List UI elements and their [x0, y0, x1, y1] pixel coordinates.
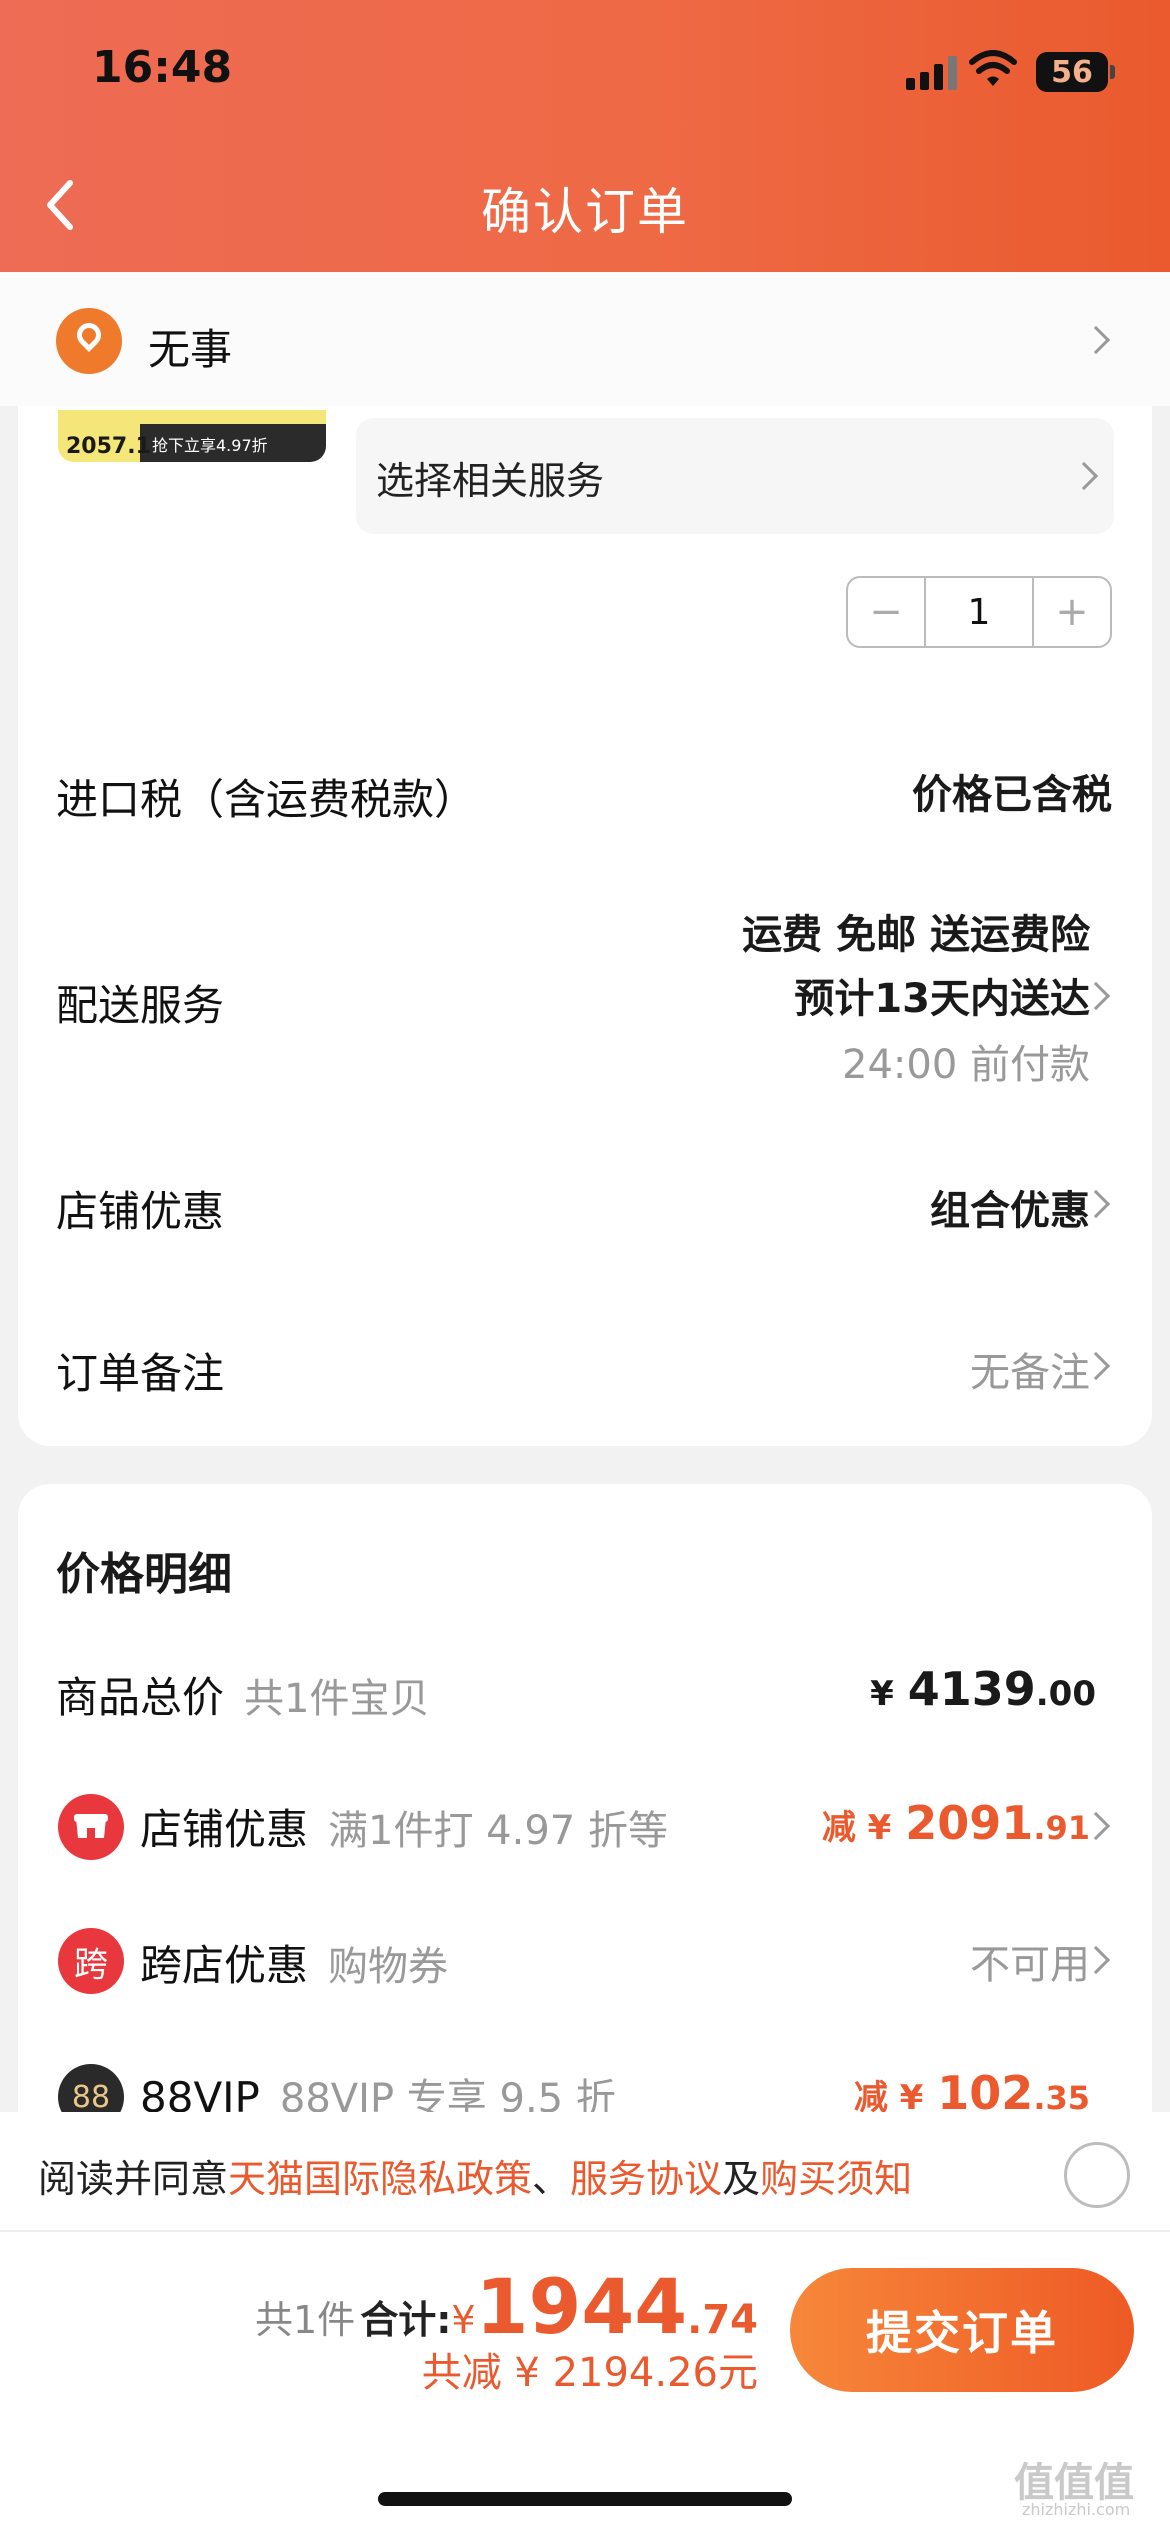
cross-shop-sub: 购物券: [328, 1944, 449, 1990]
address-name: 无事: [148, 325, 233, 374]
delivery-label: 配送服务: [56, 981, 225, 1030]
chevron-right-icon: [1081, 325, 1111, 355]
service-select-button[interactable]: 选择相关服务: [356, 418, 1114, 534]
shop-discount-detail-label: 店铺优惠: [140, 1805, 309, 1854]
order-note-label: 订单备注: [56, 1349, 225, 1398]
service-label: 选择相关服务: [376, 459, 605, 503]
delivery-eta[interactable]: 预计13天内送达: [794, 966, 1090, 1024]
shop-discount-amount[interactable]: 减 ¥ 2091.91: [822, 1796, 1090, 1850]
goods-total-price: ¥ 4139.00: [870, 1662, 1096, 1716]
product-image-price: 2057.1: [66, 434, 151, 459]
cross-shop-label: 跨店优惠: [140, 1941, 309, 1990]
shop-discount-badge-icon: [58, 1794, 124, 1860]
quantity-value[interactable]: 1: [924, 578, 1034, 646]
quantity-minus-button[interactable]: −: [848, 578, 924, 646]
tax-label: 进口税（含运费税款）: [56, 775, 477, 824]
total-price-dec: .74: [687, 2297, 758, 2343]
wifi-icon: [969, 50, 1017, 86]
status-time: 16:48: [92, 42, 233, 93]
agreement-bar: 阅读并同意天猫国际隐私政策、服务协议及购买须知: [0, 2112, 1170, 2230]
total-price-int: 1944: [475, 2262, 688, 2351]
address-row[interactable]: 无事: [0, 272, 1170, 406]
total-saved: 共减 ¥ 2194.26元: [421, 2350, 758, 2396]
quantity-stepper: − 1 +: [846, 576, 1112, 648]
location-pin-icon: [56, 308, 122, 374]
page-title: 确认订单: [481, 183, 689, 241]
product-image[interactable]: 2057.1 抢下立享4.97折: [58, 410, 326, 462]
battery-icon: 56: [1036, 52, 1115, 92]
service-agreement-link[interactable]: 服务协议: [570, 2157, 722, 2201]
tax-value: 价格已含税: [912, 772, 1112, 818]
shop-discount-detail-sub: 满1件打 4.97 折等: [328, 1808, 668, 1854]
cross-shop-value[interactable]: 不可用: [970, 1932, 1090, 1990]
shop-discount-row: 店铺优惠 满1件打 4.97 折等: [140, 1796, 668, 1857]
cellular-signal-icon: [906, 56, 957, 90]
quantity-plus-button[interactable]: +: [1034, 578, 1110, 646]
item-count: 共1件: [254, 2298, 356, 2342]
privacy-policy-link[interactable]: 天猫国际隐私政策: [228, 2157, 532, 2201]
total-label: 合计:: [360, 2298, 452, 2342]
watermark-url: zhizhizhi.com: [1022, 2500, 1131, 2519]
cross-shop-badge-icon: 跨: [58, 1928, 124, 1994]
shop-discount-value[interactable]: 组合优惠: [930, 1178, 1090, 1236]
price-detail-title: 价格明细: [56, 1549, 232, 1600]
submit-order-button[interactable]: 提交订单: [790, 2268, 1134, 2392]
agreement-text: 阅读并同意天猫国际隐私政策、服务协议及购买须知: [38, 2157, 913, 2201]
purchase-notice-link[interactable]: 购买须知: [760, 2157, 912, 2201]
cross-shop-row: 跨店优惠 购物券: [140, 1932, 448, 1993]
chevron-right-icon: [1069, 461, 1099, 491]
goods-total-label: 商品总价: [56, 1673, 225, 1722]
delivery-payment-deadline: 24:00 前付款: [842, 1042, 1090, 1088]
product-image-promo: 抢下立享4.97折: [152, 436, 268, 455]
shop-discount-label: 店铺优惠: [56, 1187, 225, 1236]
goods-total-row: 商品总价 共1件宝贝: [56, 1664, 429, 1725]
home-indicator[interactable]: [378, 2492, 792, 2506]
delivery-shipping[interactable]: 运费 免邮 送运费险: [742, 902, 1090, 960]
total-line: 共1件 合计:¥1944.74: [254, 2262, 758, 2351]
goods-total-sub: 共1件宝贝: [244, 1676, 430, 1722]
order-note-value[interactable]: 无备注: [970, 1340, 1090, 1398]
agreement-checkbox[interactable]: [1064, 2142, 1130, 2208]
header-bar: 16:48 56 确认订单: [0, 0, 1170, 272]
